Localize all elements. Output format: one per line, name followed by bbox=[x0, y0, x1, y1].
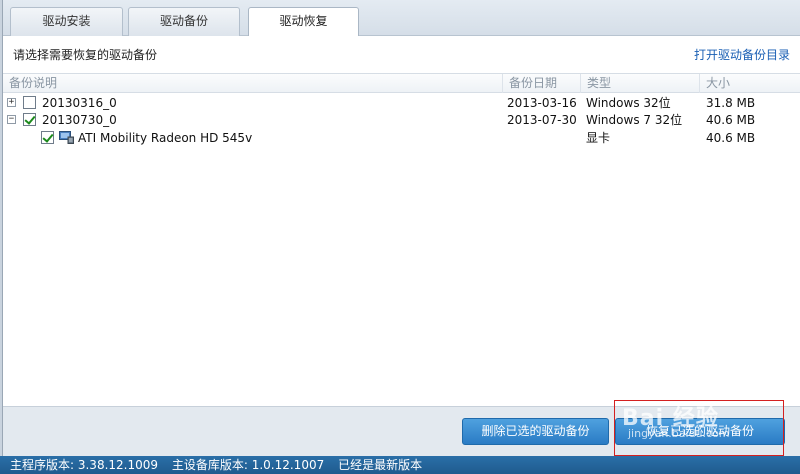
backup-name: 20130730_0 bbox=[42, 113, 117, 127]
tab-driver-restore[interactable]: 驱动恢复 bbox=[248, 7, 359, 37]
column-header-type[interactable]: 类型 bbox=[581, 74, 700, 93]
backup-size: 40.6 MB bbox=[706, 113, 756, 127]
backup-checkbox[interactable] bbox=[23, 113, 36, 126]
backup-type: Windows 7 32位 bbox=[586, 113, 683, 127]
column-header-size[interactable]: 大小 bbox=[700, 74, 800, 93]
driver-size: 40.6 MB bbox=[706, 131, 756, 145]
driver-type: 显卡 bbox=[586, 131, 611, 145]
tab-bar: 驱动安装 驱动备份 驱动恢复 bbox=[3, 0, 800, 37]
backup-checkbox[interactable] bbox=[23, 96, 36, 109]
driver-name: ATI Mobility Radeon HD 545v bbox=[78, 131, 253, 145]
expand-icon[interactable]: + bbox=[7, 98, 16, 107]
action-bar: 删除已选的驱动备份 恢复已选的驱动备份 bbox=[3, 406, 800, 456]
tab-driver-install[interactable]: 驱动安装 bbox=[10, 7, 123, 36]
open-backup-dir-link[interactable]: 打开驱动备份目录 bbox=[694, 46, 790, 63]
backup-date: 2013-07-30 bbox=[507, 113, 577, 127]
restore-backup-button[interactable]: 恢复已选的驱动备份 bbox=[615, 418, 785, 445]
tab-driver-backup[interactable]: 驱动备份 bbox=[128, 7, 240, 36]
column-header-date[interactable]: 备份日期 bbox=[503, 74, 581, 93]
table-header: 备份说明 备份日期 类型 大小 bbox=[3, 73, 800, 93]
table-row[interactable]: − 20130730_0 2013-07-30 Windows 7 32位 40… bbox=[3, 111, 800, 129]
backup-type: Windows 32位 bbox=[586, 96, 671, 110]
backup-name: 20130316_0 bbox=[42, 96, 117, 110]
delete-backup-button[interactable]: 删除已选的驱动备份 bbox=[462, 418, 609, 445]
collapse-icon[interactable]: − bbox=[7, 115, 16, 124]
backup-size: 31.8 MB bbox=[706, 96, 756, 110]
database-version: 主设备库版本: 1.0.12.1007 bbox=[171, 458, 325, 472]
driver-checkbox[interactable] bbox=[41, 131, 54, 144]
table-row[interactable]: + 20130316_0 2013-03-16 Windows 32位 31.8… bbox=[3, 94, 800, 112]
status-bar: 主程序版本: 3.38.12.1009 主设备库版本: 1.0.12.1007 … bbox=[0, 456, 800, 474]
table-row[interactable]: ATI Mobility Radeon HD 545v 显卡 40.6 MB bbox=[3, 129, 800, 147]
instruction-text: 请选择需要恢复的驱动备份 bbox=[13, 48, 158, 62]
display-adapter-icon bbox=[59, 131, 74, 144]
update-status: 已经是最新版本 bbox=[338, 458, 423, 472]
program-version: 主程序版本: 3.38.12.1009 bbox=[10, 458, 159, 472]
column-header-name[interactable]: 备份说明 bbox=[3, 74, 503, 93]
backup-date: 2013-03-16 bbox=[507, 96, 577, 110]
